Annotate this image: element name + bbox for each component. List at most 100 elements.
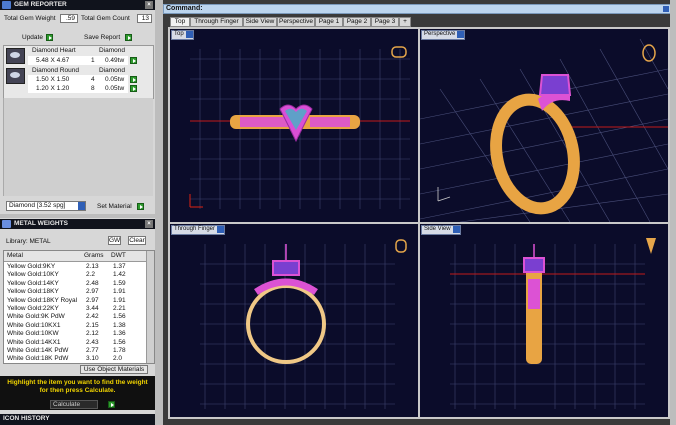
total-count-value: 13: [137, 14, 152, 23]
tab-page-1[interactable]: Page 1: [315, 17, 343, 27]
top-view-drawing: [189, 46, 410, 209]
metal-table: Metal Grams DWT Yellow Gold:9KY 2.13 1.37 Y…: [3, 250, 155, 364]
tab-add[interactable]: +: [399, 17, 411, 27]
cell-grams: 3.10: [86, 355, 99, 363]
viewport-label[interactable]: Perspective: [421, 30, 466, 40]
use-object-materials-button[interactable]: Use Object Materials: [80, 365, 148, 374]
tab-through-finger[interactable]: Through Finger: [190, 17, 243, 27]
side-stones-right: [310, 117, 350, 127]
right-scrollbar[interactable]: [670, 0, 676, 425]
material-select[interactable]: Diamond [3.52 spg]: [6, 201, 86, 211]
perspective-grid: [420, 38, 668, 222]
set-material-button[interactable]: Set Material: [97, 203, 132, 210]
panel-splitter[interactable]: [155, 0, 163, 425]
gem-select-icon[interactable]: [130, 57, 137, 64]
clear-button[interactable]: Clear: [128, 236, 146, 245]
icon-history-title: ICON HISTORY: [3, 415, 50, 422]
viewport-label[interactable]: Through Finger: [171, 225, 226, 235]
ring-orientation-icon: [391, 46, 407, 58]
side-view-drawing: [450, 238, 656, 409]
gem-row-round-detail-2[interactable]: 1.20 X 1.20 8 0.05tw: [28, 84, 128, 93]
command-dropdown-icon[interactable]: [663, 6, 669, 12]
chevron-down-icon[interactable]: [185, 31, 193, 38]
calculate-select[interactable]: Calculate: [50, 400, 98, 409]
viewport-top[interactable]: Top: [170, 29, 418, 222]
command-bar[interactable]: Command:: [163, 4, 671, 14]
total-weight-value: .59: [60, 14, 78, 23]
gem-select-icon[interactable]: [130, 85, 137, 92]
gem-count: 8: [91, 85, 95, 92]
save-report-button[interactable]: Save Report: [84, 34, 120, 41]
gem-select-icon[interactable]: [130, 76, 137, 83]
cell-dwt: 2.0: [113, 355, 123, 363]
gem-weight: 0.05tw: [105, 76, 125, 83]
viewport-perspective[interactable]: Perspective: [420, 29, 668, 222]
hint-area: Highlight the item you want to find the …: [0, 376, 155, 410]
ring-orientation-icon: [395, 239, 407, 253]
panel-divider: [0, 214, 155, 218]
col-metal: Metal: [7, 252, 23, 259]
chevron-down-icon[interactable]: [457, 31, 465, 38]
tab-top[interactable]: Top: [170, 17, 190, 27]
col-grams: Grams: [84, 252, 104, 259]
gem-shape: Diamond Heart: [32, 47, 76, 54]
viewport-label[interactable]: Top: [171, 30, 194, 40]
gem-size: 1.50 X 1.50: [36, 76, 70, 83]
hint-line-1: Highlight the item you want to find the …: [7, 379, 148, 386]
gw-button[interactable]: GW: [108, 236, 121, 245]
through-finger-view-drawing: [200, 239, 407, 409]
chevron-down-icon[interactable]: [217, 226, 225, 233]
tab-page-2[interactable]: Page 2: [343, 17, 371, 27]
axis-gizmo: [189, 194, 203, 208]
library-label: Library: METAL: [6, 238, 51, 245]
left-panel: GEM REPORTER × Total Gem Weight .59 Tota…: [0, 0, 155, 425]
set-material-go-icon[interactable]: [137, 203, 144, 210]
calculate-go-icon[interactable]: [108, 401, 115, 408]
chevron-down-icon[interactable]: [78, 202, 85, 210]
icon-history-header: ICON HISTORY: [0, 414, 155, 425]
update-button[interactable]: Update: [22, 34, 43, 41]
metal-table-scrollbar[interactable]: [146, 251, 154, 363]
metal-weights-title: METAL WEIGHTS: [14, 220, 68, 227]
gem-shape: Diamond Round: [32, 67, 79, 74]
metal-table-header: Metal Grams DWT: [4, 251, 146, 262]
metal-weights-header: METAL WEIGHTS ×: [0, 219, 155, 229]
side-stones-left: [240, 117, 290, 127]
ring-band: [490, 93, 580, 215]
update-go-icon[interactable]: [46, 34, 53, 41]
gem-count: 4: [91, 76, 95, 83]
close-icon[interactable]: ×: [145, 220, 153, 228]
viewport-side-view[interactable]: Side View: [420, 224, 668, 417]
close-icon[interactable]: ×: [145, 1, 153, 9]
total-count-label: Total Gem Count: [81, 15, 130, 22]
gem-row-round[interactable]: Diamond Round Diamond: [4, 66, 138, 75]
perspective-view-drawing: [420, 38, 668, 222]
gem-list-empty-area: [3, 98, 153, 196]
tab-page-3[interactable]: Page 3: [371, 17, 399, 27]
tab-side-view[interactable]: Side View: [243, 17, 277, 27]
heart-stone: [523, 257, 545, 273]
gem-row-round-detail[interactable]: 1.50 X 1.50 4 0.05tw: [28, 75, 128, 84]
chevron-down-icon[interactable]: [452, 226, 460, 233]
table-row[interactable]: White Gold:18K PdW 3.10 2.0: [4, 354, 146, 363]
metal-weights-icon: [2, 220, 11, 228]
col-dwt: DWT: [111, 252, 126, 259]
viewport-label[interactable]: Side View: [421, 225, 461, 235]
side-stones: [528, 279, 540, 309]
hint-line-2: for then press Calculate.: [39, 387, 116, 394]
gem-weight: 0.05tw: [105, 85, 125, 92]
tab-perspective[interactable]: Perspective: [277, 17, 315, 27]
gem-row-heart[interactable]: Diamond Heart Diamond: [4, 46, 138, 55]
viewport-through-finger[interactable]: Through Finger: [170, 224, 418, 417]
gem-reporter-header: GEM REPORTER ×: [0, 0, 155, 10]
gem-size: 5.48 X 4.67: [36, 57, 70, 64]
gem-material: Diamond: [99, 67, 126, 74]
heart-stone: [272, 260, 300, 276]
total-weight-label: Total Gem Weight: [4, 15, 56, 22]
ring-orientation-icon: [646, 238, 656, 254]
save-report-go-icon[interactable]: [125, 34, 132, 41]
grid: [450, 244, 645, 409]
gem-material: Diamond: [99, 47, 126, 54]
gem-row-heart-detail[interactable]: 5.48 X 4.67 1 0.49tw: [28, 56, 128, 65]
gem-size: 1.20 X 1.20: [36, 85, 70, 92]
